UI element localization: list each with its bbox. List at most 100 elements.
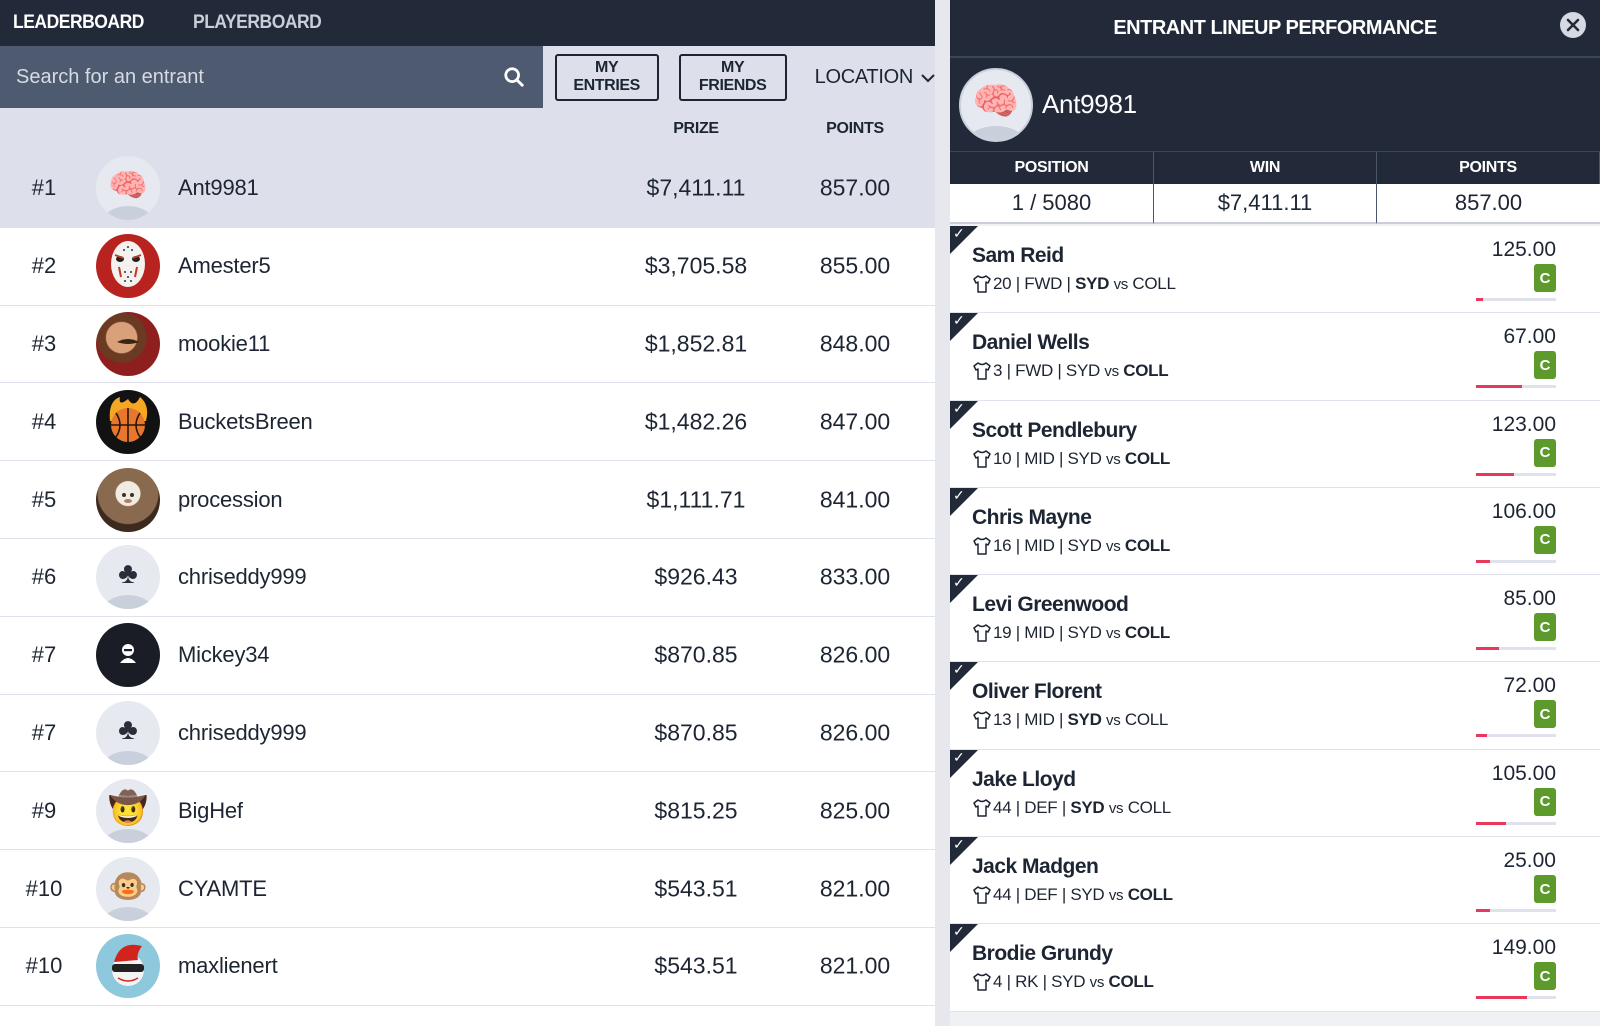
avatar: ♣ xyxy=(96,700,160,765)
away-team: COLL xyxy=(1127,797,1172,817)
player-name: Daniel Wells xyxy=(972,331,1090,355)
player-score: 105.00 xyxy=(1491,761,1556,785)
leaderboard-row[interactable]: #2 Amester5 $3,705.58 855.00 xyxy=(0,227,935,306)
jersey-number: 20 xyxy=(993,274,1012,293)
my-friends-button[interactable]: MY FRIENDS xyxy=(678,53,787,101)
player-row[interactable]: ✓ Oliver Florent 13 | MID | SYD vs COLL 72.… xyxy=(950,662,1600,750)
versus: vs xyxy=(1109,274,1132,294)
versus-text: vs xyxy=(1108,799,1124,817)
progress-bar xyxy=(1476,385,1556,389)
leaderboard-row[interactable]: #1 🧠 Ant9981 $7,411.11 857.00 xyxy=(0,150,935,228)
jersey-icon xyxy=(972,449,992,469)
tab-leaderboard[interactable]: LEADERBOARD xyxy=(13,12,144,34)
player-score: 123.00 xyxy=(1491,412,1556,436)
prize-column-header[interactable]: PRIZE xyxy=(673,120,719,138)
leaderboard-row[interactable]: #5 procession $1,111.71 841.00 xyxy=(0,461,935,539)
player-meta: 44 | DEF | SYD vs COLL xyxy=(972,885,1173,905)
avatar: 🧠 xyxy=(959,67,1033,142)
player-row[interactable]: ✓ Jake Lloyd 44 | DEF | SYD vs COLL 105.00 C xyxy=(950,749,1600,838)
separator: | xyxy=(1038,972,1052,992)
search-icon[interactable] xyxy=(501,64,527,90)
rank: #10 xyxy=(25,875,63,901)
separator: | xyxy=(1057,885,1071,905)
progress-bar xyxy=(1476,909,1556,913)
player-row[interactable]: ✓ Chris Mayne 16 | MID | SYD vs COLL 106.00… xyxy=(950,487,1600,576)
player-row[interactable]: ✓ Levi Greenwood 19 | MID | SYD vs COLL 85.… xyxy=(950,574,1600,663)
tab-playerboard[interactable]: PLAYERBOARD xyxy=(193,12,322,34)
player-position: FWD xyxy=(1024,274,1063,293)
progress-bar xyxy=(1476,472,1556,476)
jersey-number: 44 xyxy=(993,797,1012,817)
search-input[interactable] xyxy=(16,65,456,89)
leaderboard-row[interactable]: #10 🐵 CYAMTE $543.51 821.00 xyxy=(0,850,935,928)
progress-fill xyxy=(1476,821,1506,825)
versus-text: vs xyxy=(1106,450,1121,468)
points-column-header[interactable]: POINTS xyxy=(826,120,884,138)
player-position: FWD xyxy=(1015,361,1053,381)
player-score: 25.00 xyxy=(1503,849,1556,873)
leaderboard-row[interactable]: #10 maxlienert $543.51 821.00 xyxy=(0,927,935,1006)
filter-buttons: MY ENTRIES MY FRIENDS LOCATION xyxy=(543,46,935,108)
panel-header: ENTRANT LINEUP PERFORMANCE xyxy=(950,0,1600,58)
separator: | xyxy=(1002,972,1016,992)
prize-value: $543.51 xyxy=(654,875,738,902)
checkmark-icon: ✓ xyxy=(953,574,965,591)
player-position: MID xyxy=(1024,710,1055,730)
points-header: POINTS xyxy=(1377,152,1600,184)
location-dropdown[interactable]: LOCATION xyxy=(815,66,935,89)
leaderboard-row[interactable]: #7 ♣ chriseddy999 $870.85 826.00 xyxy=(0,694,935,773)
rank: #3 xyxy=(31,330,57,356)
cowboy-emoji-icon: 🤠 xyxy=(108,789,148,826)
player-name: Jack Madgen xyxy=(972,855,1099,879)
rank: #4 xyxy=(31,408,57,434)
separator: | xyxy=(1002,361,1016,381)
checkmark-icon: ✓ xyxy=(953,836,965,853)
versus: vs xyxy=(1102,536,1125,556)
entrant-name: CYAMTE xyxy=(178,875,267,901)
prize-value: $3,705.58 xyxy=(644,252,748,279)
points-value: 857.00 xyxy=(819,174,891,201)
entrant-name: Mickey34 xyxy=(178,642,270,668)
versus: vs xyxy=(1102,623,1125,643)
player-row[interactable]: ✓ Sam Reid 20 | FWD | SYD vs COLL 125.00 C xyxy=(950,226,1600,314)
separator: | xyxy=(1011,885,1025,905)
prize-value: $7,411.11 xyxy=(646,174,746,201)
entrant-name: BigHef xyxy=(178,797,243,823)
player-row[interactable]: ✓ Brodie Grundy 4 | RK | SYD vs COLL 149.00… xyxy=(950,924,1600,1012)
leaderboard-row[interactable]: #6 ♣ chriseddy999 $926.43 833.00 xyxy=(0,538,935,617)
separator: | xyxy=(1011,535,1025,555)
close-icon[interactable] xyxy=(1560,12,1586,38)
jersey-number: 19 xyxy=(993,623,1012,643)
player-name: Levi Greenwood xyxy=(972,593,1129,617)
player-position: MID xyxy=(1024,448,1055,468)
player-row[interactable]: ✓ Daniel Wells 3 | FWD | SYD vs COLL 67.00 C xyxy=(950,313,1600,401)
entrant-info: 🧠 Ant9981 xyxy=(950,58,1600,152)
leaderboard-row[interactable]: #9 🤠 BigHef $815.25 825.00 xyxy=(0,772,935,851)
jersey-number: 10 xyxy=(993,448,1012,468)
player-row[interactable]: ✓ Jack Madgen 44 | DEF | SYD vs COLL 25.00 C xyxy=(950,836,1600,925)
separator: | xyxy=(1054,448,1068,468)
jersey-number: 13 xyxy=(993,710,1012,730)
panel-divider xyxy=(935,0,950,1026)
points-value: 833.00 xyxy=(819,563,891,590)
versus-text: vs xyxy=(1106,537,1121,555)
leaderboard-row[interactable]: #4 BucketsBreen $1,482.26 847.00 xyxy=(0,383,935,462)
player-score: 106.00 xyxy=(1491,499,1556,523)
leaderboard-row[interactable]: #7 Mickey34 $870.85 826.00 xyxy=(0,616,935,695)
entrant-lineup-panel: ENTRANT LINEUP PERFORMANCE 🧠 Ant9981 POS… xyxy=(950,0,1600,1026)
captain-badge: C xyxy=(1534,787,1556,816)
progress-fill xyxy=(1476,385,1523,389)
panel-title: ENTRANT LINEUP PERFORMANCE xyxy=(1113,16,1437,39)
separator: | xyxy=(1011,448,1025,468)
points-value: 841.00 xyxy=(819,486,891,513)
leaderboard-row[interactable]: #3 mookie11 $1,852.81 848.00 xyxy=(0,305,935,384)
rank: #6 xyxy=(31,564,57,590)
player-score: 67.00 xyxy=(1503,325,1556,349)
hockey-mask-icon xyxy=(107,239,149,294)
player-row[interactable]: ✓ Scott Pendlebury 10 | MID | SYD vs COLL 1… xyxy=(950,400,1600,488)
jersey-icon xyxy=(972,710,992,730)
my-entries-button[interactable]: MY ENTRIES xyxy=(554,53,659,101)
player-position: RK xyxy=(1015,972,1039,992)
mohawk-baseball-icon xyxy=(100,936,156,997)
versus: vs xyxy=(1102,710,1125,730)
